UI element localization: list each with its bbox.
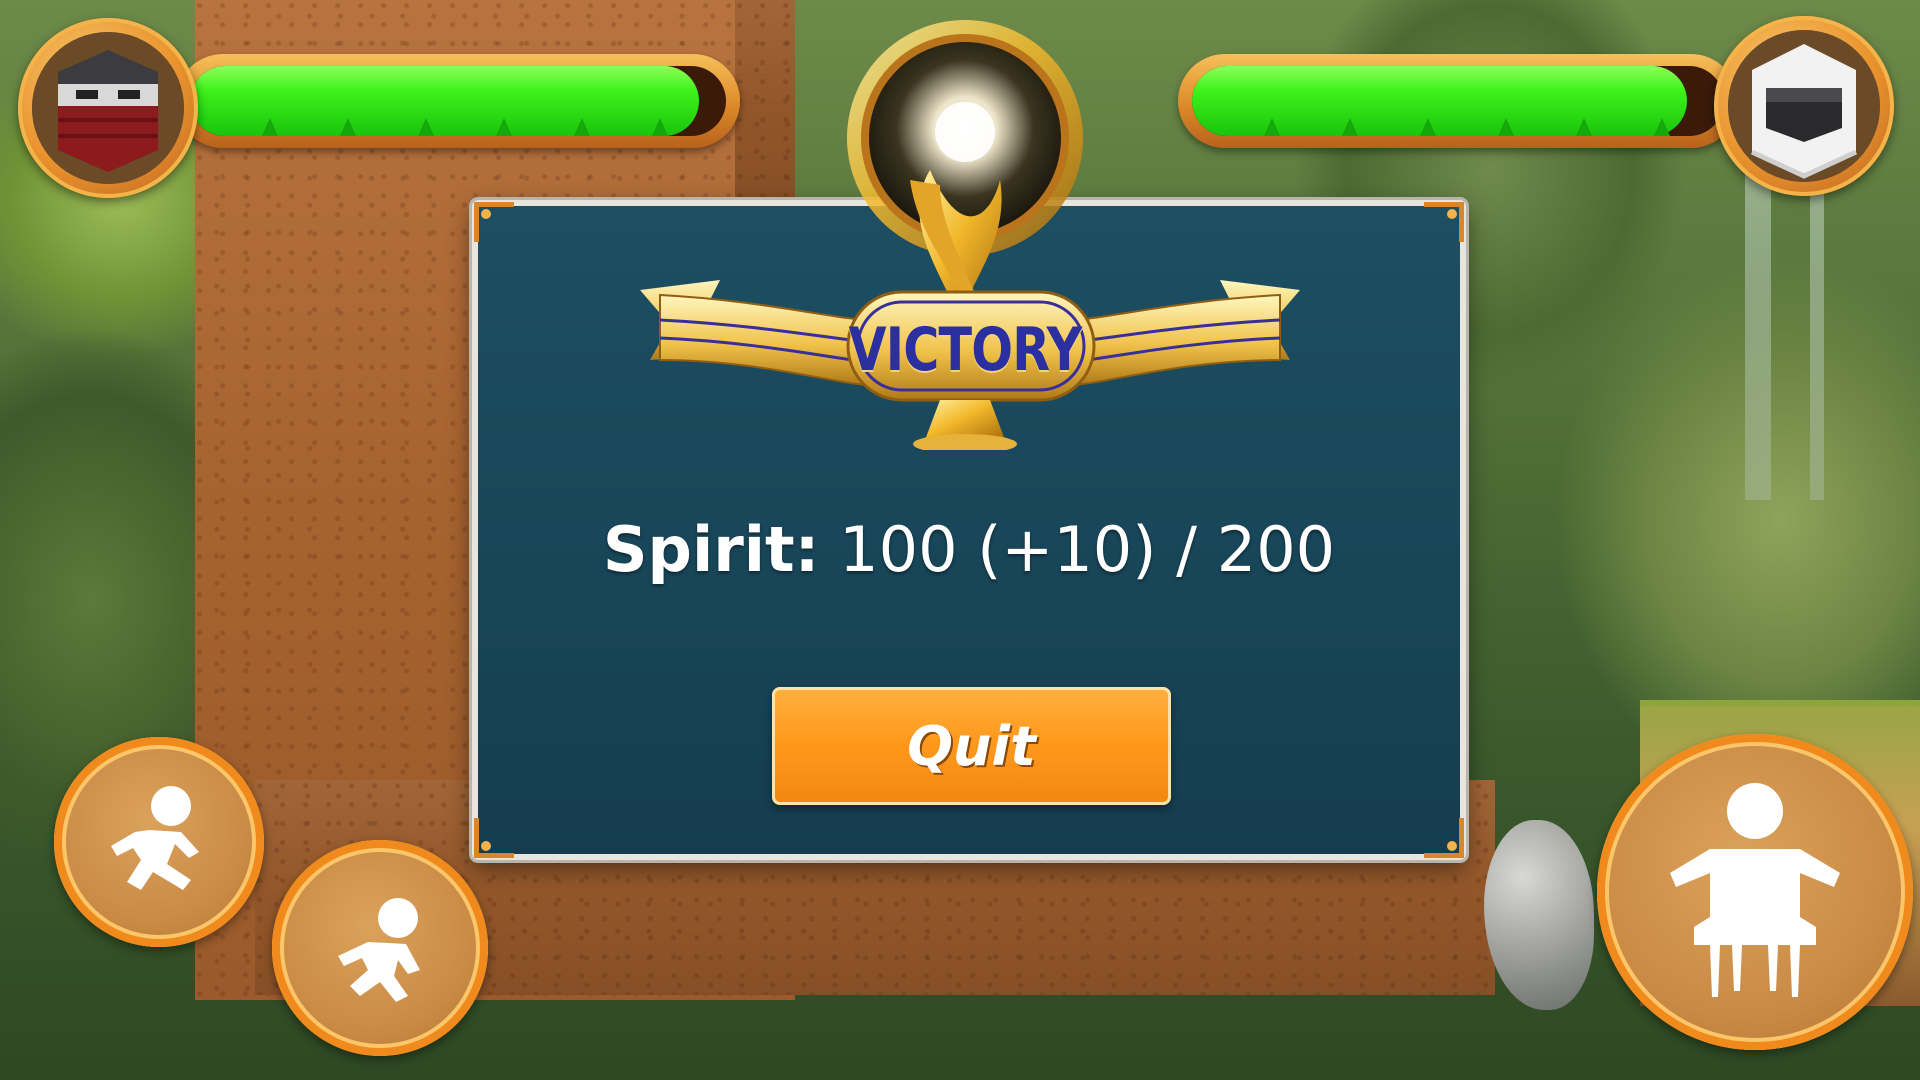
white-ninja-icon bbox=[1728, 30, 1880, 182]
dialog-corner-ornament bbox=[1422, 816, 1464, 858]
red-ninja-icon bbox=[32, 32, 184, 184]
jump-figure-icon bbox=[1670, 783, 1840, 997]
running-figure-icon bbox=[111, 786, 199, 890]
player-health-fill bbox=[190, 66, 700, 136]
health-notch bbox=[1420, 118, 1436, 136]
health-notch bbox=[262, 118, 278, 136]
opponent-portrait bbox=[1714, 16, 1894, 196]
health-notch bbox=[1576, 118, 1592, 136]
quit-button[interactable]: Quit bbox=[772, 687, 1171, 805]
spirit-reward-text: Spirit: 100 (+10) / 200 bbox=[472, 510, 1466, 590]
victory-banner-text: VICTORY bbox=[848, 315, 1083, 385]
health-notch bbox=[496, 118, 512, 136]
dialog-corner-ornament bbox=[474, 816, 516, 858]
health-notch bbox=[574, 118, 590, 136]
health-notch bbox=[1498, 118, 1514, 136]
jump-button[interactable] bbox=[1597, 734, 1913, 1050]
health-notch bbox=[1654, 118, 1670, 136]
spirit-label: Spirit: bbox=[602, 513, 820, 586]
crouch-run-button[interactable] bbox=[272, 840, 488, 1056]
run-button[interactable] bbox=[54, 737, 264, 947]
quit-button-label: Quit bbox=[907, 714, 1036, 778]
spirit-value: 100 (+10) / 200 bbox=[839, 513, 1336, 586]
health-notch bbox=[418, 118, 434, 136]
health-notch bbox=[340, 118, 356, 136]
player-portrait bbox=[18, 18, 198, 198]
health-notch bbox=[1342, 118, 1358, 136]
dialog-corner-ornament bbox=[1422, 202, 1464, 244]
red-ninja-avatar bbox=[32, 32, 184, 184]
crouch-figure-icon bbox=[338, 898, 420, 1002]
dialog-corner-ornament bbox=[474, 202, 516, 244]
white-ninja-avatar bbox=[1728, 30, 1880, 182]
